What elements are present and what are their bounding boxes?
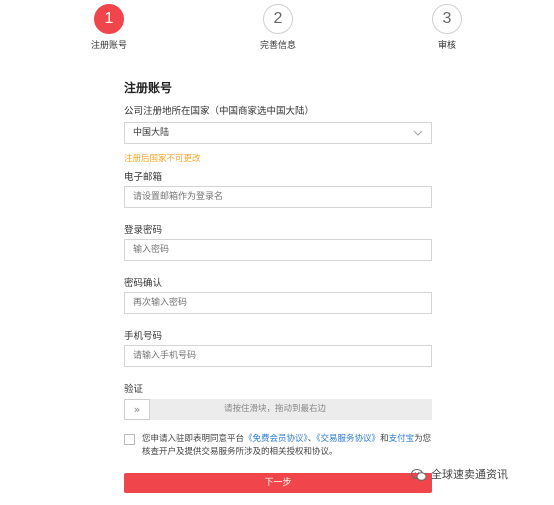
step-1-number: 1 [94,4,124,34]
step-2-label: 完善信息 [259,41,296,51]
step-3-number: 3 [432,4,462,34]
country-select[interactable]: 中国大陆 [124,122,432,144]
step-2-number: 2 [263,4,293,34]
slider-captcha: » 请按住滑块，拖动到最右边 [124,399,432,420]
slider-hint: 请按住滑块，拖动到最右边 [224,404,327,414]
agree-checkbox[interactable] [124,434,135,445]
email-field[interactable] [124,186,432,208]
confirm-password-field[interactable] [124,292,432,314]
step-1: 1 注册账号 [64,4,154,51]
step-indicator: 1 注册账号 2 完善信息 3 审核 [0,0,554,60]
trade-service-agreement-link[interactable]: 《交易服务协议》 [316,434,380,444]
email-label: 电子邮箱 [124,172,163,183]
step-3: 3 审核 [402,4,492,51]
step-3-label: 审核 [437,41,456,51]
password-field[interactable] [124,239,432,261]
password-label: 登录密码 [124,225,163,236]
agreement-text: 您申请入驻即表明同意平台《免费会员协议》、《交易服务协议》和支付宝为您核查开户及… [142,433,434,459]
step-1-label: 注册账号 [90,41,127,51]
phone-field[interactable] [124,345,432,367]
next-step-button[interactable]: 下一步 [124,473,432,493]
watermark: 全球速卖通资讯 [411,466,508,482]
verify-label: 验证 [124,384,144,395]
country-select-value: 中国大陆 [133,128,170,138]
country-label: 公司注册地所在国家（中国商家选中国大陆） [124,106,315,117]
step-2: 2 完善信息 [233,4,323,51]
wechat-icon [411,469,427,481]
agreement-prefix: 您申请入驻即表明同意平台 [142,434,245,444]
form-title: 注册账号 [124,81,173,95]
agreement-and: 和 [380,434,389,444]
confirm-password-label: 密码确认 [124,278,163,289]
phone-label: 手机号码 [124,331,163,342]
alipay-link[interactable]: 支付宝 [389,434,415,444]
free-member-agreement-link[interactable]: 《免费会员协议》 [244,434,308,444]
watermark-text: 全球速卖通资讯 [431,468,508,481]
country-note: 注册后国家不可更改 [124,154,201,164]
chevron-down-icon [413,130,423,136]
slider-handle[interactable]: » [124,399,150,420]
